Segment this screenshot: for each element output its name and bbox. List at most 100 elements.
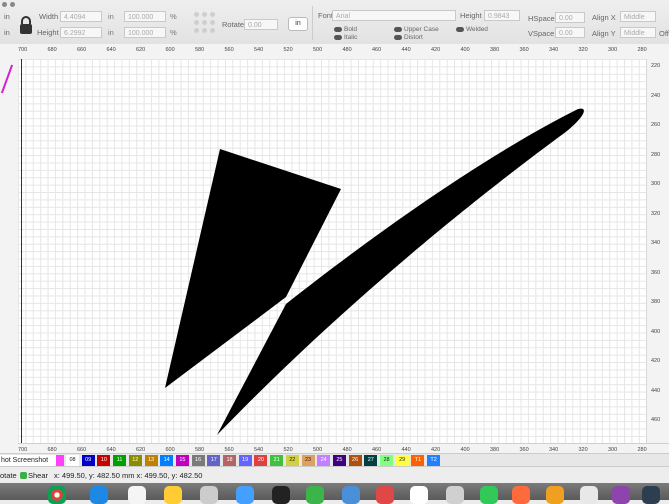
font-select[interactable]: Arial	[332, 10, 456, 21]
align-y-select[interactable]: Middle	[620, 27, 656, 38]
bold-toggle[interactable]	[334, 27, 342, 32]
ruler-tick-label: 400	[651, 328, 661, 335]
palette-swatch[interactable]: 21	[270, 455, 284, 466]
ruler-tick-label: 420	[431, 47, 441, 53]
color-palette: hot Screenshot 08 09 10 11 12 13 14 15 16 17 18 19 2…	[0, 453, 669, 467]
palette-swatch[interactable]: 13	[144, 455, 158, 466]
ruler-tick-label: 320	[651, 210, 661, 217]
app-store-icon[interactable]	[90, 486, 108, 504]
palette-swatch[interactable]: 29	[395, 455, 409, 466]
palette-swatch[interactable]: 08	[66, 455, 79, 466]
ruler-tick-label: 340	[651, 240, 661, 246]
palette-swatch[interactable]: T1	[411, 455, 425, 466]
vspace-label: VSpace	[528, 29, 555, 38]
italic-label: Italic	[344, 34, 358, 41]
palette-swatch[interactable]: 25	[332, 455, 346, 466]
palette-swatch[interactable]	[56, 455, 64, 466]
vector-shapes[interactable]	[18, 59, 669, 443]
percent-unit: %	[170, 28, 177, 37]
palette-swatch[interactable]: 20	[254, 455, 268, 466]
ruler-tick-label: 360	[651, 269, 661, 276]
screenshot-tab[interactable]: hot Screenshot	[0, 455, 57, 466]
unit-in-button[interactable]: in	[288, 17, 308, 31]
vspace-field[interactable]: 0.00	[555, 27, 585, 38]
palette-swatch[interactable]: 12	[128, 455, 142, 466]
palette-swatch[interactable]: 10	[97, 455, 111, 466]
ruler-tick-label: 280	[651, 151, 661, 158]
text-height-field[interactable]: 0.9843	[484, 10, 520, 21]
palette-swatch[interactable]: T2	[427, 455, 441, 466]
palette-swatch[interactable]: 22	[285, 455, 299, 466]
ruler-tick-label: 640	[106, 47, 116, 53]
palette-swatch[interactable]: 18	[223, 455, 236, 466]
ruler-tick-label: 500	[313, 47, 323, 53]
app-icon[interactable]	[512, 486, 530, 504]
mail-icon[interactable]	[342, 486, 360, 504]
welded-toggle[interactable]	[456, 27, 464, 32]
settings-icon[interactable]	[200, 486, 218, 504]
app-icon[interactable]	[446, 486, 464, 504]
palette-swatch[interactable]: 27	[364, 455, 378, 466]
upper-triangle-shape[interactable]	[165, 149, 341, 388]
finder-icon[interactable]	[236, 486, 254, 504]
palette-swatch[interactable]: 09	[81, 455, 95, 466]
window-dot-icon[interactable]	[2, 2, 7, 7]
height-field[interactable]: 6.2992	[60, 27, 102, 38]
offset-label: Off	[659, 29, 669, 38]
calendar-icon[interactable]	[410, 486, 428, 504]
palette-swatch[interactable]: 15	[175, 455, 189, 466]
palette-swatch[interactable]: 17	[207, 455, 221, 466]
app-icon[interactable]	[612, 486, 630, 504]
ruler-tick-label: 300	[608, 47, 618, 53]
palette-swatch[interactable]: 14	[160, 455, 174, 466]
scale-height-field[interactable]: 100.000	[124, 27, 166, 38]
app-icon[interactable]	[642, 486, 660, 504]
photos-icon[interactable]	[128, 486, 146, 504]
rotate-field[interactable]: 0.00	[244, 19, 278, 30]
notes-icon[interactable]	[164, 486, 182, 504]
chrome-icon[interactable]	[48, 486, 66, 504]
rotate-toggle[interactable]	[20, 472, 27, 479]
palette-swatch[interactable]: 28	[380, 455, 393, 466]
distort-label: Distort	[404, 34, 423, 41]
align-x-select[interactable]: Middle	[620, 11, 656, 22]
left-ruler	[0, 44, 18, 462]
ruler-tick-label: 220	[651, 63, 661, 69]
coords-readout: x: 499.50, y: 482.50 mm x: 499.50, y: 48…	[54, 471, 203, 480]
palette-swatch[interactable]: 19	[238, 455, 252, 466]
ruler-tick-label: 680	[47, 47, 57, 53]
maps-icon[interactable]	[306, 486, 324, 504]
status-bar: otate Shear x: 499.50, y: 482.50 mm x: 4…	[0, 466, 669, 484]
window-dot-icon[interactable]	[10, 2, 15, 7]
palette-swatch[interactable]: 26	[348, 455, 362, 466]
italic-toggle[interactable]	[334, 35, 342, 40]
ruler-tick-label: 360	[519, 47, 529, 53]
ruler-tick-label: 560	[224, 47, 234, 53]
app-icon[interactable]	[580, 486, 598, 504]
width-field[interactable]: 4.4094	[60, 11, 102, 22]
upper-case-toggle[interactable]	[394, 27, 402, 32]
ruler-tick-label: 400	[460, 47, 470, 53]
ruler-tick-label: 320	[578, 47, 588, 53]
shear-label: Shear	[28, 471, 49, 480]
lock-icon[interactable]	[18, 16, 34, 36]
messages-icon[interactable]	[480, 486, 498, 504]
font-label: Font	[318, 11, 334, 20]
palette-swatch[interactable]: 24	[317, 455, 331, 466]
palette-swatch[interactable]: 16	[191, 455, 205, 466]
design-canvas[interactable]	[18, 59, 669, 443]
palette-swatch[interactable]: 11	[113, 455, 127, 466]
ruler-tick-label: 660	[77, 47, 87, 53]
ruler-tick-label: 260	[651, 122, 661, 128]
ruler-tick-label: 540	[254, 47, 264, 53]
distort-toggle[interactable]	[394, 35, 402, 40]
height-unit: in	[108, 28, 114, 37]
palette-swatch[interactable]: 23	[301, 455, 315, 466]
hspace-field[interactable]: 0.00	[555, 12, 585, 23]
ruler-tick-label: 600	[165, 47, 175, 53]
app-icon[interactable]	[546, 486, 564, 504]
music-icon[interactable]	[376, 486, 394, 504]
terminal-icon[interactable]	[272, 486, 290, 504]
ruler-tick-label: 520	[283, 47, 293, 53]
scale-width-field[interactable]: 100.000	[124, 11, 166, 22]
